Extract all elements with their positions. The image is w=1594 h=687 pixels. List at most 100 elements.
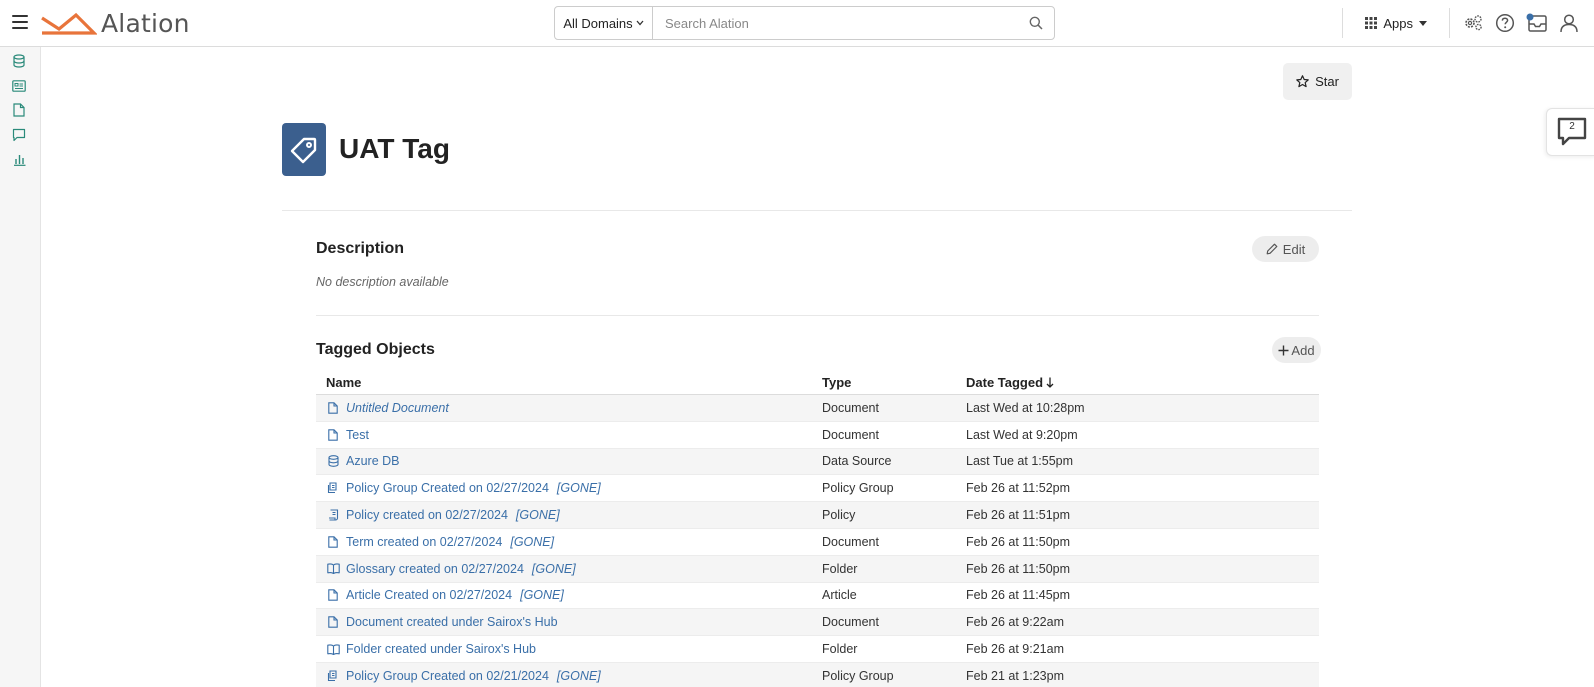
add-tagged-object-button[interactable]: Add: [1272, 337, 1321, 363]
cell-name: Policy Group Created on 02/27/2024 [GONE]: [316, 481, 822, 495]
column-header-type[interactable]: Type: [822, 375, 966, 390]
cell-name: Policy created on 02/27/2024 [GONE]: [316, 508, 822, 522]
table-row[interactable]: Untitled Document Document Last Wed at 10:…: [316, 395, 1319, 422]
edit-label: Edit: [1282, 241, 1306, 257]
object-link[interactable]: Test: [346, 428, 369, 442]
sidebar-document-icon[interactable]: [11, 102, 27, 118]
column-header-name[interactable]: Name: [316, 375, 822, 390]
tag-icon: [290, 137, 317, 163]
add-label: Add: [1291, 342, 1315, 358]
header-divider: [1449, 8, 1450, 38]
cell-date-tagged: Feb 26 at 9:21am: [966, 642, 1064, 657]
plus-icon: [1278, 345, 1289, 355]
search-button[interactable]: [1018, 7, 1054, 39]
table-row[interactable]: Test Document Last Wed at 9:20pm: [316, 421, 1319, 449]
table-row[interactable]: Azure DB Data Source Last Tue at 1:55pm: [316, 448, 1319, 476]
column-header-name-label: Name: [326, 375, 362, 390]
cell-date-tagged: Feb 26 at 11:50pm: [966, 561, 1071, 576]
document-icon: [326, 401, 340, 415]
table-row[interactable]: Article Created on 02/27/2024 [GONE] Artic…: [316, 582, 1319, 610]
help-icon[interactable]: [1494, 12, 1516, 34]
domain-selector[interactable]: All Domains: [555, 7, 653, 39]
object-link[interactable]: Azure DB: [346, 454, 400, 468]
cell-date-tagged: Feb 26 at 11:52pm: [966, 481, 1071, 496]
pencil-icon: [1266, 243, 1278, 255]
tag-tile: [282, 123, 326, 176]
object-link[interactable]: Document created under Sairox's Hub: [346, 615, 558, 629]
object-link[interactable]: Folder created under Sairox's Hub: [346, 642, 536, 656]
object-link[interactable]: Glossary created on 02/27/2024: [346, 562, 524, 576]
cell-date-tagged: Last Wed at 9:20pm: [966, 427, 1078, 442]
table-row[interactable]: Glossary created on 02/27/2024 [GONE] Fold…: [316, 555, 1319, 583]
table-row[interactable]: Folder created under Sairox's Hub Folder F…: [316, 636, 1319, 663]
user-profile-icon[interactable]: [1558, 12, 1580, 34]
star-label: Star: [1315, 74, 1339, 89]
column-header-date-label: Date Tagged: [966, 375, 1044, 390]
table-row[interactable]: Term created on 02/27/2024 [GONE] Document…: [316, 528, 1319, 556]
object-link[interactable]: Policy created on 02/27/2024: [346, 508, 508, 522]
header-right-actions: Apps: [1342, 0, 1594, 46]
search-icon: [1029, 16, 1043, 30]
object-link[interactable]: Policy Group Created on 02/27/2024: [346, 481, 549, 495]
section-divider: [316, 315, 1319, 316]
cell-name: Policy Group Created on 02/21/2024 [GONE]: [316, 669, 822, 683]
object-link[interactable]: Term created on 02/27/2024: [346, 535, 502, 549]
gone-marker: [GONE]: [520, 588, 564, 603]
alation-logo-mark-icon: [41, 12, 97, 35]
domain-selector-label: All Domains: [563, 15, 633, 31]
table-row[interactable]: Document created under Sairox's Hub Docum…: [316, 609, 1319, 637]
cell-date-tagged: Feb 26 at 9:22am: [966, 615, 1064, 630]
star-button[interactable]: Star: [1283, 63, 1352, 100]
table-row[interactable]: Policy Group Created on 02/21/2024 [GONE]…: [316, 662, 1319, 687]
tagged-objects-title: Tagged Objects: [316, 341, 435, 358]
cell-name: Article Created on 02/27/2024 [GONE]: [316, 588, 822, 602]
settings-gears-icon[interactable]: [1462, 12, 1484, 34]
document-icon: [326, 588, 340, 602]
cell-type: Policy Group: [822, 668, 894, 683]
object-link[interactable]: Article Created on 02/27/2024: [346, 588, 512, 602]
sidebar-chart-icon[interactable]: [11, 151, 27, 167]
sidebar-catalog-icon[interactable]: [11, 78, 27, 94]
alation-logo[interactable]: Alation: [39, 9, 190, 38]
sort-arrow-down-icon: [1046, 377, 1054, 388]
logo-text: Alation: [101, 9, 190, 38]
chat-count: 2: [1569, 121, 1575, 132]
apps-menu-button[interactable]: Apps: [1343, 16, 1449, 31]
description-title: Description: [316, 240, 405, 257]
cell-type: Folder: [822, 642, 858, 657]
caret-down-icon: [1419, 20, 1427, 26]
grid-icon: [1365, 17, 1378, 29]
inbox-notification-icon[interactable]: [1526, 12, 1548, 34]
sidebar-database-icon[interactable]: [11, 53, 27, 69]
document-icon: [326, 535, 340, 549]
cell-type: Folder: [822, 561, 858, 576]
top-navigation-bar: Alation All Domains Apps: [0, 0, 1594, 47]
object-link[interactable]: Policy Group Created on 02/21/2024: [346, 669, 549, 683]
floating-chat-button[interactable]: 2: [1546, 108, 1594, 156]
cell-type: Policy Group: [822, 481, 894, 496]
table-row[interactable]: Policy created on 02/27/2024 [GONE] Policy…: [316, 502, 1319, 529]
table-header: Name Type Date Tagged: [316, 371, 1319, 395]
document-icon: [326, 428, 340, 442]
cell-date-tagged: Feb 26 at 11:51pm: [966, 508, 1071, 523]
edit-description-button[interactable]: Edit: [1252, 236, 1319, 262]
column-header-type-label: Type: [822, 375, 852, 390]
left-sidebar: [0, 47, 41, 687]
book-icon: [326, 562, 340, 576]
cell-name: Untitled Document: [316, 401, 822, 415]
cell-type: Document: [822, 427, 879, 442]
table-row[interactable]: Policy Group Created on 02/27/2024 [GONE]…: [316, 475, 1319, 503]
cell-name: Folder created under Sairox's Hub: [316, 642, 822, 656]
policy-group-icon: [326, 481, 340, 495]
description-text: No description available: [316, 275, 449, 289]
sidebar-conversation-icon[interactable]: [11, 127, 27, 143]
search-input[interactable]: [653, 7, 1018, 39]
star-icon: [1296, 75, 1309, 88]
cell-name: Test: [316, 428, 822, 442]
title-divider: [282, 210, 1352, 211]
column-header-date-tagged[interactable]: Date Tagged: [966, 375, 1319, 390]
cell-date-tagged: Feb 26 at 11:45pm: [966, 588, 1071, 603]
cell-name: Glossary created on 02/27/2024 [GONE]: [316, 562, 822, 576]
object-link[interactable]: Untitled Document: [346, 401, 449, 415]
hamburger-menu-icon[interactable]: [12, 13, 28, 31]
